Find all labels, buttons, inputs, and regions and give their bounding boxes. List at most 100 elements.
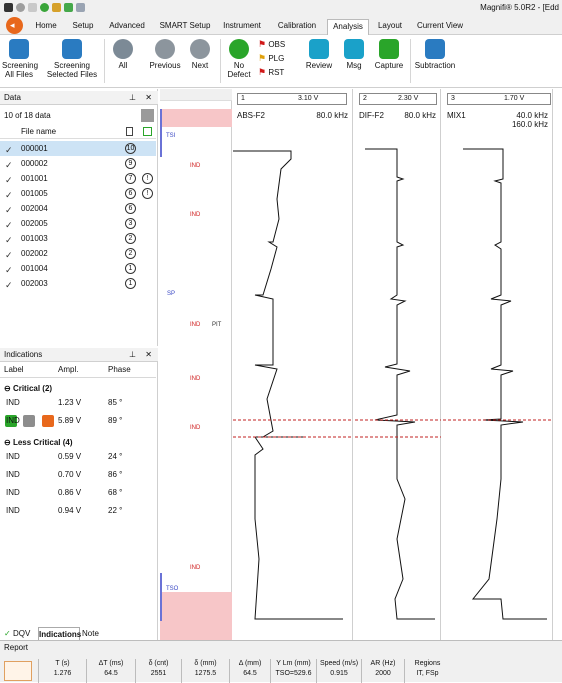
file-row[interactable]: ✓ 002002 2 [0,246,156,261]
chart-dif-f2[interactable]: 2 2.30 V DIF-F2 80.0 kHz [355,89,441,640]
report-cell-header: δ (mm) [194,660,217,667]
ind-marker[interactable]: IND [190,565,200,571]
obs-button[interactable]: ⚑ OBS [258,40,294,50]
all-label: All [118,61,128,70]
ind-marker[interactable]: IND [190,322,200,328]
indication-row[interactable]: IND 0.94 V 22 ° [0,502,156,520]
next-button[interactable]: Next [186,39,214,70]
ind-marker[interactable]: IND [190,376,200,382]
report-cell-header: Y Lm (mm) [276,660,311,667]
previous-button[interactable]: Previous [148,39,182,70]
screening-all-button[interactable]: Screening All Files [2,39,38,79]
indication-label: IND [6,416,20,425]
indication-row[interactable]: IND 5.89 V 89 ° [0,412,156,430]
file-row[interactable]: ✓ 000001 10 [0,141,156,156]
tab-instrument[interactable]: Instrument [219,19,265,35]
pin-icon[interactable]: ⊥ [129,91,136,104]
strip-chart[interactable]: TSI SP TSO IND IND IND IND IND IND PIT [160,89,232,640]
indication-row[interactable]: IND 0.59 V 24 ° [0,448,156,466]
tsi-bar [160,109,162,157]
app-menu-button[interactable]: ◂ [6,17,23,34]
no-defect-button[interactable]: No Defect [225,39,253,79]
tab-home[interactable]: Home [31,19,61,35]
divider [410,39,411,83]
abs-f2-trace [233,150,353,620]
refresh-icon[interactable] [28,3,37,12]
indication-label: IND [6,488,20,497]
save-icon[interactable] [52,3,61,12]
move-icon[interactable] [4,661,32,681]
tab-setup[interactable]: Setup [67,19,99,35]
dropdown-icon[interactable] [76,3,85,12]
warning-icon: ! [142,188,153,199]
no-defect-label: No Defect [227,61,251,79]
file-row[interactable]: ✓ 002004 6 [0,201,156,216]
file-row[interactable]: ✓ 001004 1 [0,261,156,276]
indication-row[interactable]: IND 0.70 V 86 ° [0,466,156,484]
report-cell-header: Δ (mm) [238,660,262,667]
rst-button[interactable]: ⚑ RST [258,67,294,78]
chart-toolbar[interactable]: 1 3.10 V [237,93,347,105]
tso-bar [160,573,162,621]
data-panel: Data ⊥ ✕ 10 of 18 data File name ✓ 000001… [0,89,158,427]
tab-note[interactable]: Note [82,627,104,641]
window-title: Magnifi® 5.0R2 - [Edd [480,3,559,12]
settings-icon[interactable] [16,3,25,12]
ind-marker[interactable]: IND [190,212,200,218]
report-cell-header: ΔT (ms) [98,660,124,667]
tab-smart-setup[interactable]: SMART Setup [155,19,215,35]
less-critical-group[interactable]: ⊖ Less Critical (4) [4,438,73,447]
chart-toolbar[interactable]: 2 2.30 V [359,93,437,105]
file-row[interactable]: ✓ 002003 1 [0,276,156,291]
filter-icon[interactable] [141,109,154,122]
chart-id: 1 [241,95,245,102]
indications-header: Indications ⊥ ✕ [0,348,158,362]
subtraction-button[interactable]: Subtraction [413,39,457,70]
plg-button[interactable]: ⚑ PLG [258,54,294,64]
tab-current-view[interactable]: Current View [414,19,466,35]
close-icon[interactable]: ✕ [145,91,152,104]
file-row[interactable]: ✓ 002005 3 [0,216,156,231]
indication-phase: 85 ° [108,398,123,407]
rst-label: RST [268,68,285,77]
ind-marker[interactable]: IND [190,163,200,169]
file-row[interactable]: ✓ 001003 2 [0,231,156,246]
critical-group[interactable]: ⊖ Critical (2) [4,384,52,393]
indication-row[interactable]: IND 0.86 V 68 ° [0,484,156,502]
report-cell: Regions IT, FSp [404,659,450,683]
file-row[interactable]: ✓ 001001 7! [0,171,156,186]
chart-volt: 3.10 V [298,95,319,102]
indication-row[interactable]: IND 1.23 V 85 ° [0,394,156,412]
tso-label: TSO [166,586,179,592]
tab-advanced[interactable]: Advanced [104,19,150,35]
indication-phase: 22 ° [108,506,123,515]
close-icon[interactable]: ✕ [145,348,152,361]
chart-toolbar[interactable]: 3 1.70 V [447,93,551,105]
file-row[interactable]: ✓ 000002 9 [0,156,156,171]
title-bar: Magnifi® 5.0R2 - [Edd [0,0,562,16]
screening-selected-button[interactable]: Screening Selected Files [46,39,98,79]
msg-button[interactable]: Msg [340,39,368,70]
file-row[interactable]: ✓ 001005 6! [0,186,156,201]
file-name: 000001 [21,144,48,153]
tab-analysis[interactable]: Analysis [327,19,369,35]
pin-icon[interactable] [64,3,73,12]
tab-layout[interactable]: Layout [374,19,406,35]
chart-id: 2 [363,95,367,102]
tab-indications[interactable]: Indications [38,627,81,641]
delete-icon[interactable] [126,127,133,136]
pin-icon[interactable]: ⊥ [129,348,136,361]
tab-dqv[interactable]: ✓ DQV [4,627,38,641]
tab-calibration[interactable]: Calibration [273,19,321,35]
all-button[interactable]: All [110,39,136,70]
count-badge: 7 [125,173,136,184]
capture-button[interactable]: Capture [373,39,405,70]
report-cell-value: TSO=529.6 [275,670,312,677]
ind-marker[interactable]: IND [190,425,200,431]
play-icon[interactable] [40,3,49,12]
review-label: Review [305,61,333,70]
flag-icon: ⚑ [258,67,267,77]
chart-abs-f2[interactable]: 1 3.10 V ABS-F2 80.0 kHz [233,89,353,640]
review-button[interactable]: Review [303,39,335,70]
chart-mix1[interactable]: 3 1.70 V MIX1 40.0 kHz 160.0 kHz [443,89,553,640]
